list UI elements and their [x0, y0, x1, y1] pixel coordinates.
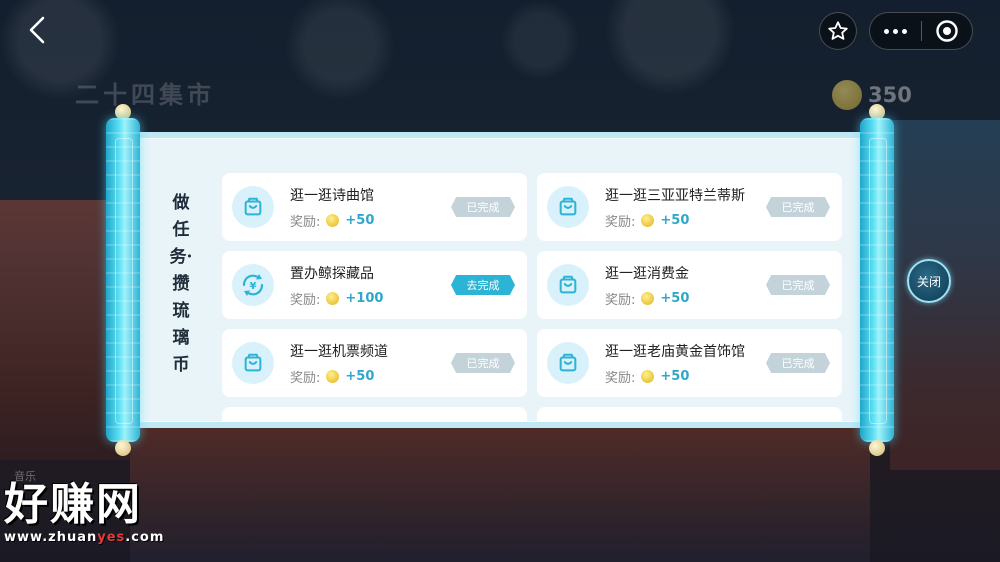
- task-status-button[interactable]: 已完成: [766, 275, 830, 295]
- task-card: 逛一逛三亚亚特兰蒂斯 奖励: +50 已完成: [537, 173, 842, 241]
- task-title: 逛一逛老庙黄金首饰馆: [605, 344, 745, 360]
- rod-knob: [115, 440, 131, 456]
- svg-text:¥: ¥: [250, 281, 257, 292]
- bag-icon: [547, 342, 589, 384]
- reward-label: 奖励:: [605, 370, 636, 386]
- coin-icon: [641, 213, 655, 227]
- watermark-url-highlight: yes: [97, 530, 126, 545]
- scroll-heading: 做任务·攒琉璃币: [169, 193, 193, 375]
- bag-icon: [232, 186, 274, 228]
- task-card-partial: [222, 407, 527, 422]
- bag-icon: [232, 342, 274, 384]
- task-reward: 奖励: +50: [290, 211, 375, 230]
- task-title: 置办鲸探藏品: [290, 266, 374, 282]
- coin-icon: [641, 369, 655, 383]
- task-card: 逛一逛诗曲馆 奖励: +50 已完成: [222, 173, 527, 241]
- task-status-button[interactable]: 已完成: [766, 197, 830, 217]
- watermark-url: www.zhuanyes.com: [4, 530, 194, 545]
- back-button[interactable]: [22, 14, 52, 46]
- reward-label: 奖励:: [290, 292, 321, 308]
- watermark: 好赚网 www.zhuanyes.com: [4, 480, 194, 554]
- coin-icon: [326, 369, 340, 383]
- mini-program-capsule: [869, 12, 973, 50]
- watermark-url-suffix: .com: [125, 530, 165, 545]
- reward-value: +50: [660, 368, 690, 384]
- scroll-rod-left: [106, 104, 140, 456]
- bag-icon: [547, 264, 589, 306]
- reward-value: +50: [345, 368, 375, 384]
- task-list: 逛一逛诗曲馆 奖励: +50 已完成 逛一逛三亚亚特兰蒂斯 奖励: +50 已完…: [222, 173, 847, 422]
- watermark-logo: 好赚网: [4, 479, 142, 530]
- bag-icon: [547, 186, 589, 228]
- reward-label: 奖励:: [605, 214, 636, 230]
- scroll-rod-right: [860, 104, 894, 456]
- task-title: 逛一逛诗曲馆: [290, 188, 374, 204]
- star-icon: [828, 21, 848, 40]
- close-button[interactable]: 关闭: [907, 259, 951, 303]
- task-status-button[interactable]: 已完成: [451, 353, 515, 373]
- task-card: 逛一逛机票频道 奖励: +50 已完成: [222, 329, 527, 397]
- reward-label: 奖励:: [605, 292, 636, 308]
- reward-value: +50: [345, 212, 375, 228]
- more-dots-icon: [883, 28, 907, 34]
- yuan-exchange-icon: ¥: [232, 264, 274, 306]
- task-card: 逛一逛消费金 奖励: +50 已完成: [537, 251, 842, 319]
- favorite-button[interactable]: [819, 12, 857, 50]
- market-title: 二十四集市: [75, 80, 215, 109]
- reward-label: 奖励:: [290, 214, 321, 230]
- task-card-partial: [537, 407, 842, 422]
- background-city-bottom: [130, 420, 870, 562]
- task-reward: 奖励: +50: [290, 367, 375, 386]
- rod-body: [106, 118, 140, 442]
- more-button[interactable]: [870, 12, 921, 50]
- coin-icon: [641, 291, 655, 305]
- reward-value: +100: [345, 290, 384, 306]
- reward-label: 奖励:: [290, 370, 321, 386]
- task-reward: 奖励: +50: [605, 289, 690, 308]
- record-target-icon: [936, 20, 958, 42]
- reward-value: +50: [660, 290, 690, 306]
- task-title: 逛一逛三亚亚特兰蒂斯: [605, 188, 745, 204]
- reward-value: +50: [660, 212, 690, 228]
- task-card: 逛一逛老庙黄金首饰馆 奖励: +50 已完成: [537, 329, 842, 397]
- coin-icon: [326, 291, 340, 305]
- coin-icon: [326, 213, 340, 227]
- task-title: 逛一逛机票频道: [290, 344, 388, 360]
- task-card: ¥ 置办鲸探藏品 奖励: +100 去完成: [222, 251, 527, 319]
- watermark-url-prefix: www.zhuan: [4, 530, 98, 545]
- chevron-left-icon: [29, 16, 45, 44]
- task-status-button[interactable]: 去完成: [451, 275, 515, 295]
- task-scroll-panel: 做任务·攒琉璃币 逛一逛诗曲馆 奖励: +50 已完成 逛一逛三亚亚特兰蒂斯 奖…: [137, 132, 863, 428]
- exit-button[interactable]: [921, 12, 972, 50]
- task-status-button[interactable]: 已完成: [451, 197, 515, 217]
- task-reward: 奖励: +100: [290, 289, 384, 308]
- task-reward: 奖励: +50: [605, 211, 690, 230]
- task-reward: 奖励: +50: [605, 367, 690, 386]
- task-title: 逛一逛消费金: [605, 266, 689, 282]
- rod-body: [860, 118, 894, 442]
- coin-icon: [832, 80, 862, 110]
- task-status-button[interactable]: 已完成: [766, 353, 830, 373]
- rod-knob: [869, 440, 885, 456]
